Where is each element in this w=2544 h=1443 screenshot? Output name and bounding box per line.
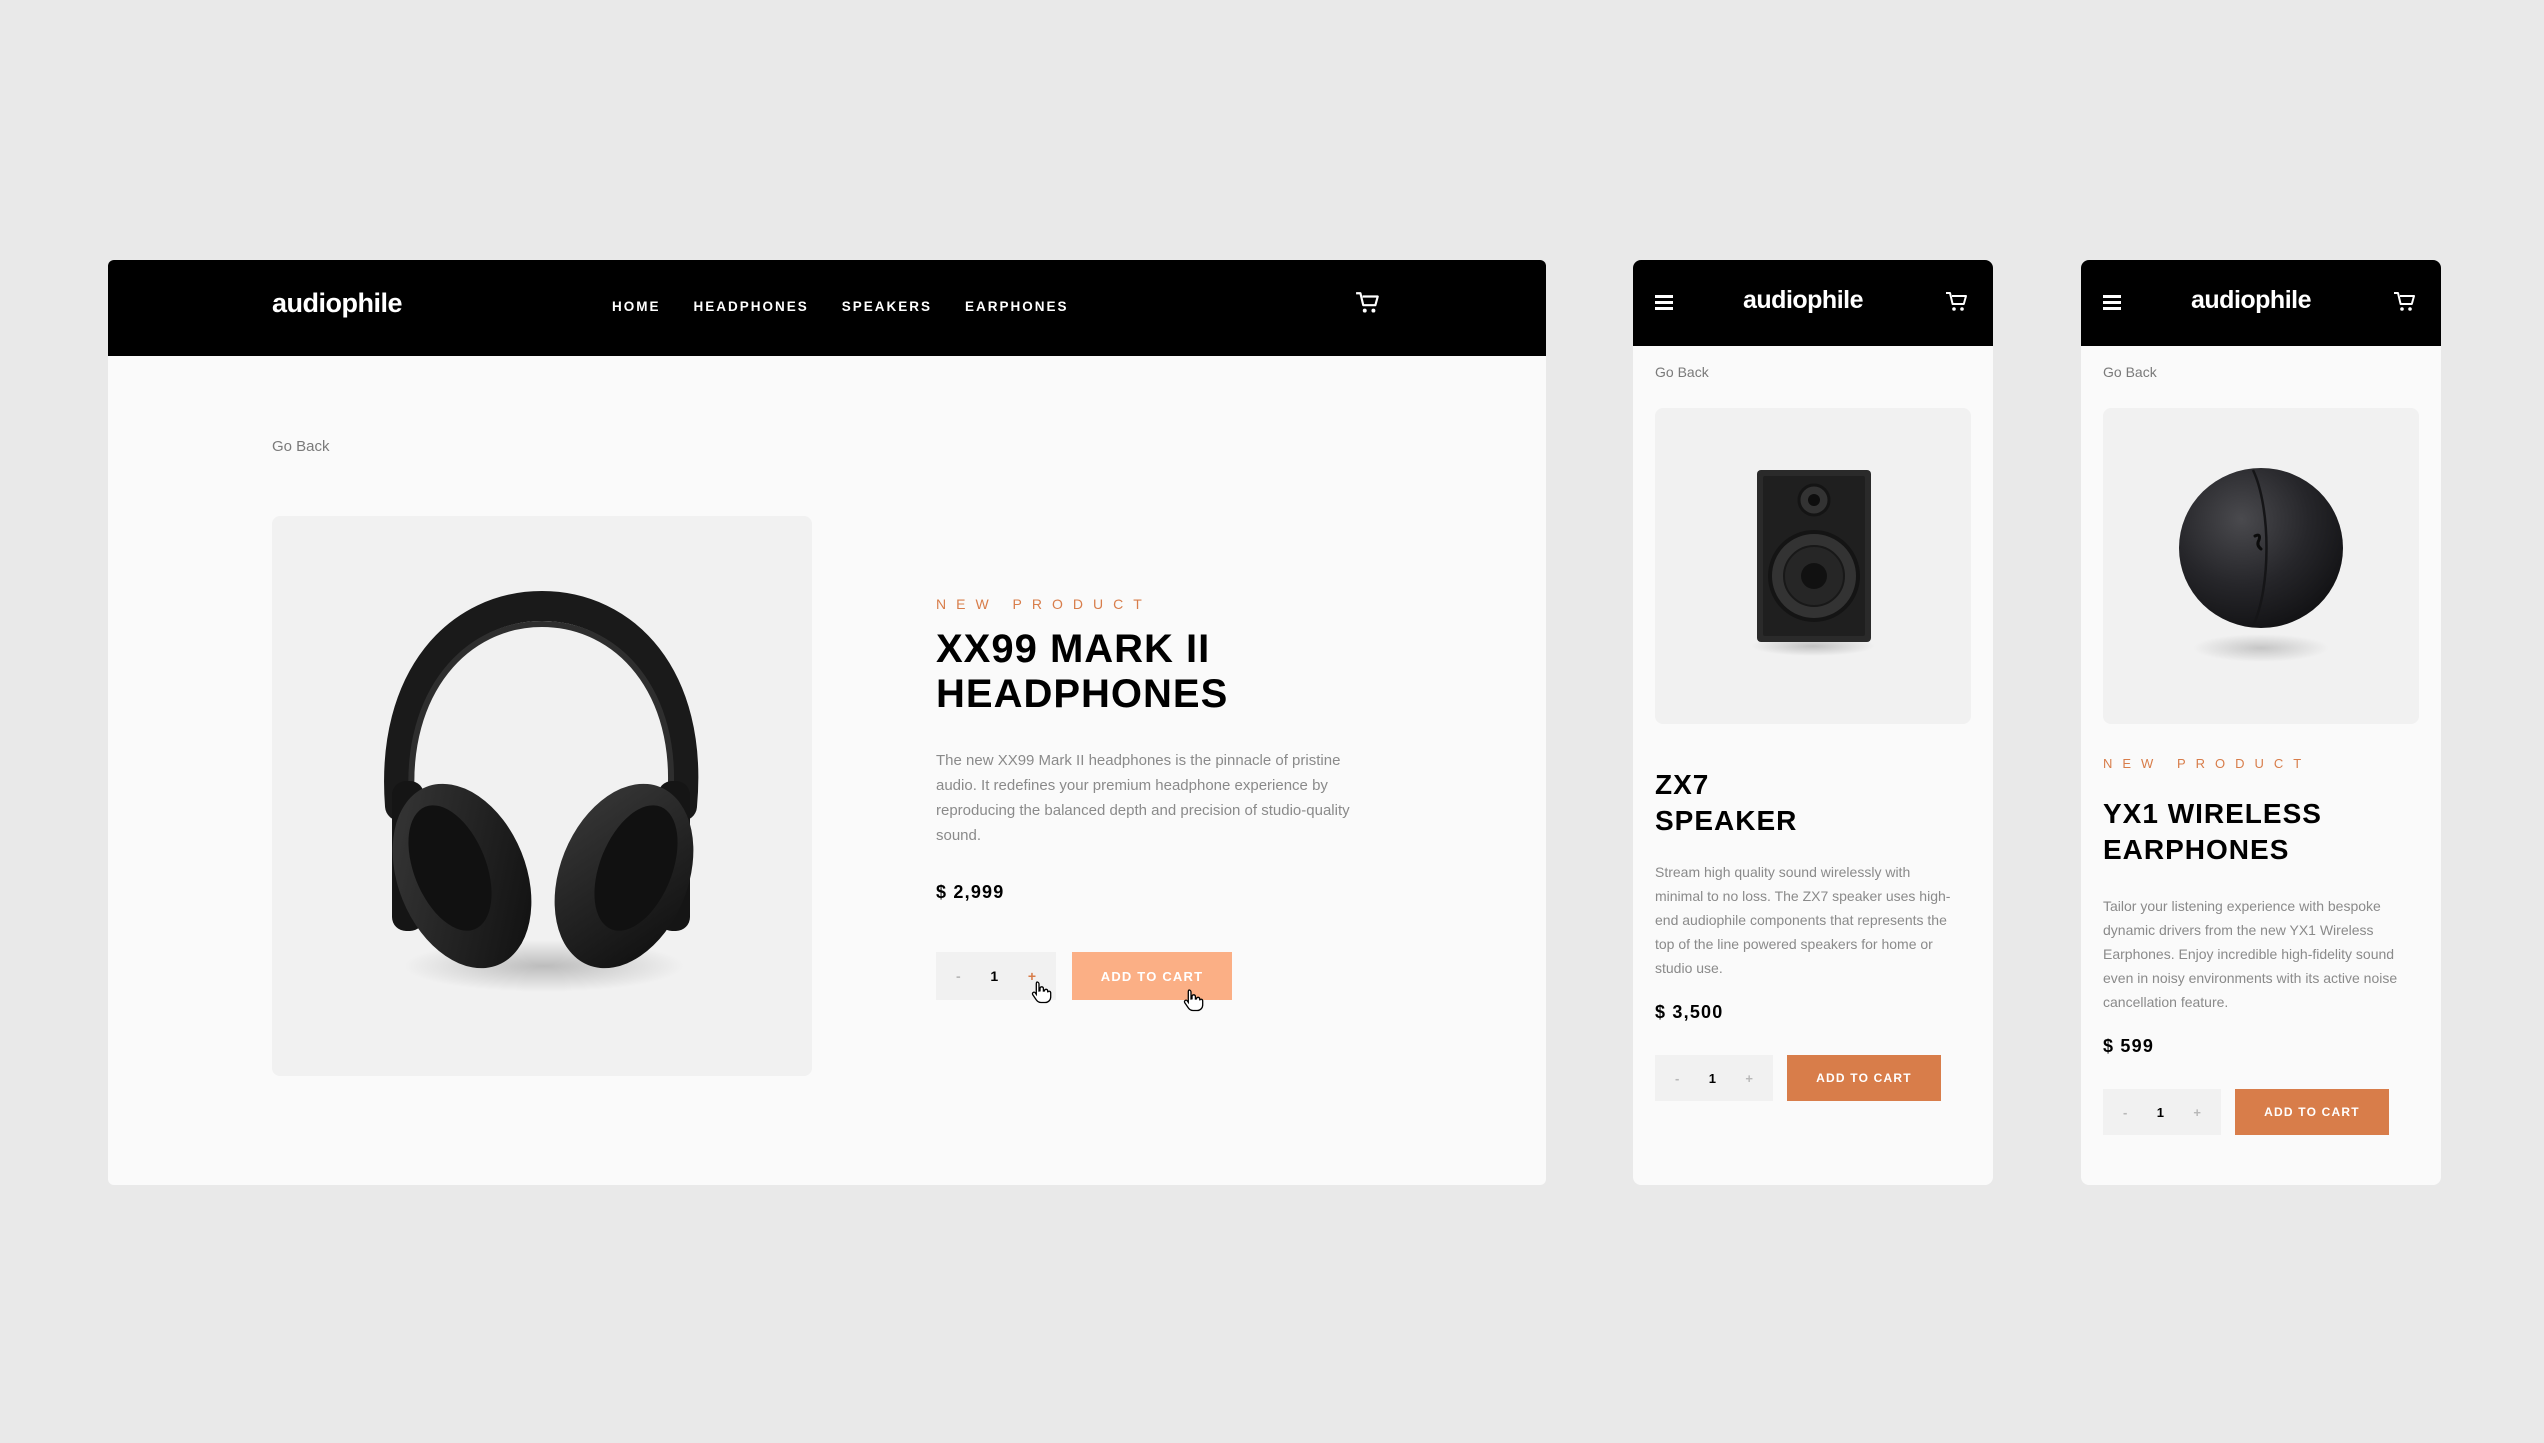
go-back-link[interactable]: Go Back: [272, 438, 330, 455]
product-title: YX1 WIRELESS EARPHONES: [2103, 796, 2322, 869]
cart-icon[interactable]: [1945, 290, 1969, 314]
product-title-line1: XX99 MARK II: [936, 627, 1211, 671]
quantity-value: 1: [1708, 1070, 1716, 1086]
hamburger-menu-icon[interactable]: [2103, 295, 2121, 310]
product-title-line1: ZX7: [1655, 769, 1710, 800]
go-back-link[interactable]: Go Back: [1655, 364, 1709, 380]
logo[interactable]: audiophile: [2191, 286, 2312, 315]
product-image-box: [272, 516, 812, 1076]
product-title-line2: SPEAKER: [1655, 805, 1798, 837]
product-title-line2: HEADPHONES: [936, 671, 1229, 716]
main-nav: HOME HEADPHONES SPEAKERS EARPHONES: [612, 299, 1069, 314]
mobile-earphones-page: audiophile Go Back NEW PRODUCT YX1 WIREL…: [2081, 260, 2441, 1185]
headphones-image: [384, 590, 699, 992]
product-description: The new XX99 Mark II headphones is the p…: [936, 752, 1350, 844]
product-image-box: [2103, 408, 2419, 724]
mobile-navbar: audiophile: [2081, 260, 2441, 346]
decrease-quantity-button[interactable]: -: [956, 968, 961, 984]
earphones-case-image: [2179, 468, 2343, 662]
nav-link-home[interactable]: HOME: [612, 299, 661, 314]
product-title-line1: YX1 WIRELESS: [2103, 798, 2322, 829]
desktop-product-page: audiophile HOME HEADPHONES SPEAKERS EARP…: [108, 260, 1546, 1185]
increase-quantity-button[interactable]: +: [1745, 1071, 1753, 1086]
desktop-navbar: audiophile HOME HEADPHONES SPEAKERS EARP…: [108, 260, 1546, 356]
mobile-speaker-page: audiophile Go Back ZX7 SPEAKER Stream hi…: [1633, 260, 1993, 1185]
nav-link-speakers[interactable]: SPEAKERS: [842, 299, 932, 314]
product-description: Tailor your listening experience with be…: [2103, 898, 2398, 1010]
speaker-image: [1751, 470, 1875, 656]
cart-icon[interactable]: [2393, 290, 2417, 314]
hand-pointer-cursor-icon: [1031, 981, 1052, 1004]
quantity-value: 1: [2156, 1104, 2164, 1120]
nav-link-headphones[interactable]: HEADPHONES: [694, 299, 809, 314]
new-product-label: NEW PRODUCT: [936, 596, 1152, 612]
product-description: Stream high quality sound wirelessly wit…: [1655, 864, 1951, 976]
quantity-stepper: - 1 +: [1655, 1055, 1773, 1101]
nav-link-earphones[interactable]: EARPHONES: [965, 299, 1069, 314]
hamburger-menu-icon[interactable]: [1655, 295, 1673, 310]
quantity-value: 1: [990, 968, 999, 984]
mobile-navbar: audiophile: [1633, 260, 1993, 346]
product-price: $ 2,999: [936, 882, 1005, 902]
product-image-box: [1655, 408, 1971, 724]
hand-pointer-cursor-icon: [1183, 989, 1204, 1012]
go-back-link[interactable]: Go Back: [2103, 364, 2157, 380]
increase-quantity-button[interactable]: +: [2193, 1105, 2201, 1120]
decrease-quantity-button[interactable]: -: [2123, 1105, 2127, 1120]
cart-icon[interactable]: [1355, 290, 1381, 316]
product-title: XX99 MARK II HEADPHONES: [936, 627, 1228, 717]
product-title: ZX7 SPEAKER: [1655, 767, 1797, 840]
product-price: $ 3,500: [1655, 1002, 1724, 1022]
new-product-label: NEW PRODUCT: [2103, 756, 2312, 771]
add-to-cart-button[interactable]: ADD TO CART: [2235, 1089, 2389, 1135]
product-title-line2: EARPHONES: [2103, 834, 2290, 866]
logo[interactable]: audiophile: [1743, 286, 1864, 315]
quantity-stepper: - 1 +: [2103, 1089, 2221, 1135]
decrease-quantity-button[interactable]: -: [1675, 1071, 1679, 1086]
product-price: $ 599: [2103, 1036, 2155, 1056]
add-to-cart-button[interactable]: ADD TO CART: [1787, 1055, 1941, 1101]
add-to-cart-button[interactable]: ADD TO CART: [1072, 952, 1232, 1000]
logo[interactable]: audiophile: [272, 288, 403, 319]
